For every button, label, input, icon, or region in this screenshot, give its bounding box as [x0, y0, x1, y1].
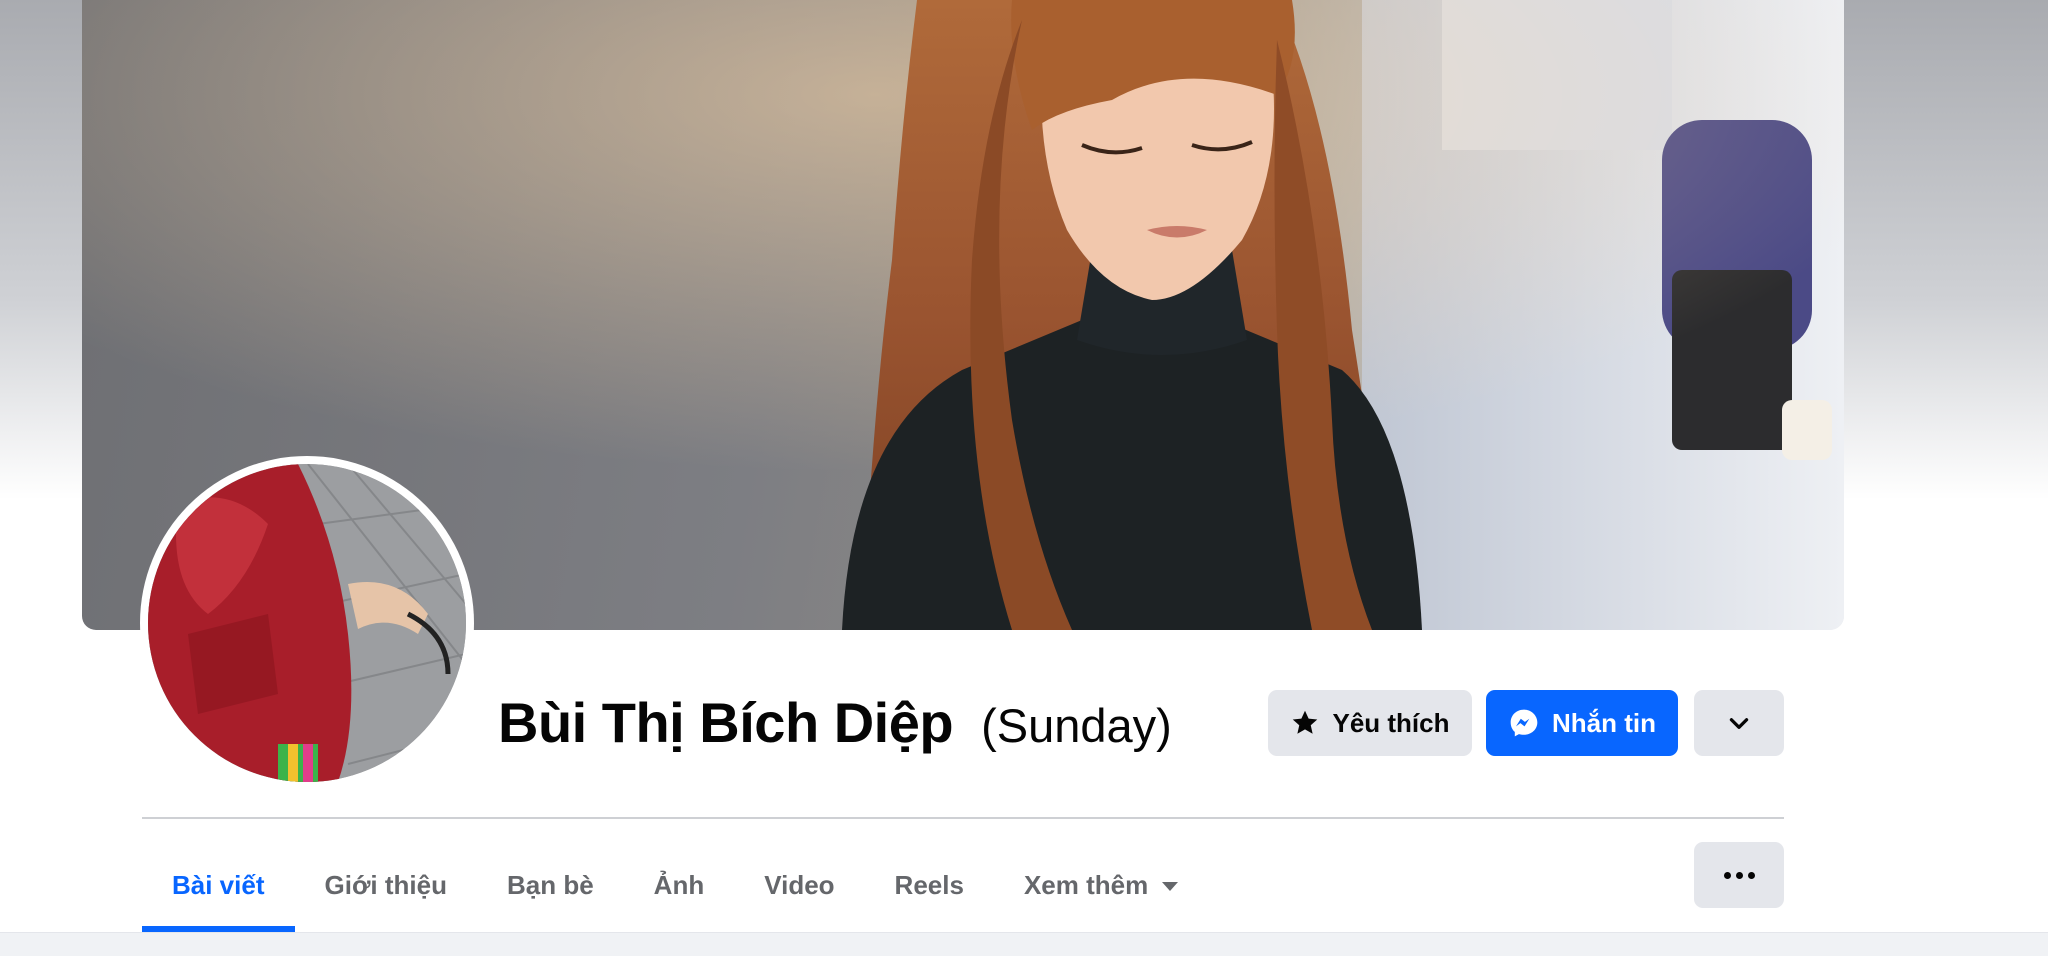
tab-label: Reels: [894, 869, 964, 900]
favorite-button[interactable]: Yêu thích: [1268, 690, 1472, 756]
messenger-icon: [1510, 709, 1538, 737]
more-options-button[interactable]: [1694, 842, 1784, 908]
profile-tabs: Bài viết Giới thiệu Bạn bè Ảnh Video Ree…: [142, 838, 1208, 932]
ellipsis-icon: [1747, 871, 1755, 879]
profile-name: Bùi Thị Bích Diệp: [498, 691, 954, 754]
message-button-label: Nhắn tin: [1552, 707, 1656, 738]
chevron-down-icon: [1729, 718, 1749, 729]
tab-label: Bạn bè: [506, 869, 594, 900]
tab-label: Video: [764, 869, 835, 900]
profile-picture-image: [148, 464, 466, 782]
tab-friends[interactable]: Bạn bè: [477, 838, 624, 932]
ellipsis-icon: [1723, 871, 1731, 879]
profile-header-divider: [142, 817, 1784, 819]
tab-label: Xem thêm: [1023, 869, 1149, 900]
ellipsis-icon: [1735, 871, 1743, 879]
caret-down-icon: [1162, 881, 1179, 891]
favorite-button-label: Yêu thích: [1332, 707, 1450, 738]
tab-label: Giới thiệu: [324, 869, 447, 900]
feed-background: [0, 932, 2048, 956]
profile-picture[interactable]: [148, 464, 466, 782]
profile-alternate-name: (Sunday): [981, 699, 1172, 752]
message-button[interactable]: Nhắn tin: [1486, 690, 1678, 756]
star-icon: [1293, 710, 1318, 734]
tab-about[interactable]: Giới thiệu: [295, 838, 477, 932]
tab-photos[interactable]: Ảnh: [624, 838, 735, 932]
profile-options-dropdown-button[interactable]: [1694, 690, 1784, 756]
profile-name-row: Bùi Thị Bích Diệp (Sunday): [498, 690, 1172, 762]
tab-more[interactable]: Xem thêm: [994, 838, 1208, 932]
tab-label: Bài viết: [172, 869, 265, 900]
tab-reels[interactable]: Reels: [865, 838, 994, 932]
tab-videos[interactable]: Video: [734, 838, 864, 932]
tab-label: Ảnh: [653, 869, 705, 900]
tab-posts[interactable]: Bài viết: [142, 838, 295, 932]
